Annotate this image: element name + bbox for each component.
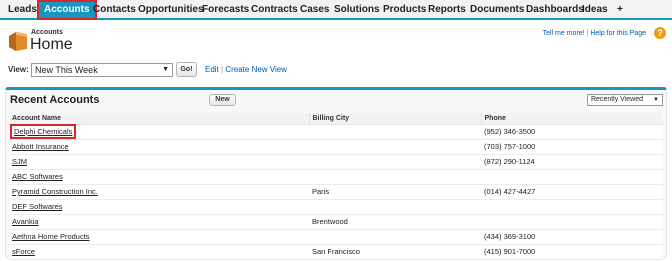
table-header-row: Account Name Billing City Phone bbox=[9, 113, 663, 125]
object-label: Accounts bbox=[31, 29, 63, 36]
help-links: Tell me more! | Help for this Page bbox=[543, 30, 646, 37]
table-row: sForce San Francisco (415) 901-7000 bbox=[9, 244, 663, 260]
account-link[interactable]: Avankia bbox=[9, 214, 309, 230]
account-link[interactable]: ABC Softwares bbox=[9, 169, 309, 185]
account-name-cell: Delphi Chemicals bbox=[9, 124, 309, 140]
new-account-button[interactable]: New bbox=[209, 94, 236, 106]
billing-city-cell: Brentwood bbox=[309, 214, 481, 230]
tab-reports[interactable]: Reports bbox=[423, 0, 471, 20]
account-link[interactable]: Aethna Home Products bbox=[9, 229, 309, 245]
panel-title: Recent Accounts bbox=[10, 94, 100, 106]
phone-cell: (415) 901-7000 bbox=[481, 244, 663, 260]
table-row: ABC Softwares bbox=[9, 169, 663, 185]
phone-cell: (434) 369-3100 bbox=[481, 229, 663, 245]
phone-cell: (703) 757-1000 bbox=[481, 139, 663, 155]
account-link[interactable]: sForce bbox=[9, 244, 309, 260]
account-link[interactable]: Delphi Chemicals bbox=[9, 124, 77, 139]
create-new-view-link[interactable]: Create New View bbox=[225, 65, 287, 74]
table-row: Avankia Brentwood bbox=[9, 214, 663, 230]
account-link[interactable]: Pyramid Construction Inc. bbox=[9, 184, 309, 200]
view-links: Edit | Create New View bbox=[205, 65, 287, 74]
table-row: Aethna Home Products (434) 369-3100 bbox=[9, 229, 663, 245]
phone-cell: (872) 290-1124 bbox=[481, 154, 663, 170]
tab-solutions[interactable]: Solutions bbox=[329, 0, 385, 20]
billing-city-cell: Paris bbox=[309, 184, 481, 200]
phone-cell: (952) 346-3500 bbox=[481, 124, 663, 140]
table-row: SJM (872) 290-1124 bbox=[9, 154, 663, 170]
page-title: Home bbox=[30, 36, 73, 53]
billing-city-cell bbox=[309, 229, 481, 245]
phone-cell bbox=[481, 214, 663, 230]
billing-city-cell: San Francisco bbox=[309, 244, 481, 260]
tab-add[interactable]: + bbox=[612, 0, 628, 20]
recent-accounts-table: Account Name Billing City Phone Delphi C… bbox=[9, 113, 663, 260]
phone-cell bbox=[481, 169, 663, 185]
chevron-down-icon: ▼ bbox=[653, 97, 659, 103]
billing-city-cell bbox=[309, 139, 481, 155]
phone-cell bbox=[481, 199, 663, 215]
table-row: Delphi Chemicals (952) 346-3500 bbox=[9, 124, 663, 140]
tell-me-more-link[interactable]: Tell me more! bbox=[543, 30, 585, 37]
accounts-folder-icon bbox=[9, 32, 27, 51]
table-row: DEF Softwares bbox=[9, 199, 663, 215]
account-link[interactable]: Abbott Insurance bbox=[9, 139, 309, 155]
recent-accounts-panel: Recent Accounts New Recently Viewed ▼ Ac… bbox=[5, 87, 667, 260]
billing-city-cell bbox=[309, 154, 481, 170]
go-button[interactable]: Go! bbox=[176, 62, 197, 77]
view-select[interactable]: New This Week ▼ bbox=[31, 63, 173, 77]
table-row: Pyramid Construction Inc. Paris (014) 42… bbox=[9, 184, 663, 200]
table-row: Abbott Insurance (703) 757-1000 bbox=[9, 139, 663, 155]
billing-city-cell bbox=[309, 124, 481, 140]
tab-documents[interactable]: Documents bbox=[465, 0, 529, 20]
column-header-billing-city: Billing City bbox=[308, 113, 481, 125]
edit-view-link[interactable]: Edit bbox=[205, 65, 219, 74]
column-header-phone: Phone bbox=[480, 113, 663, 125]
account-link[interactable]: DEF Softwares bbox=[9, 199, 309, 215]
billing-city-cell bbox=[309, 199, 481, 215]
tab-bar: Leads Accounts Contacts Opportunities Fo… bbox=[0, 0, 672, 20]
account-link[interactable]: SJM bbox=[9, 154, 309, 170]
view-select-value: New This Week bbox=[35, 65, 98, 75]
chevron-down-icon: ▼ bbox=[162, 66, 169, 73]
phone-cell: (014) 427-4427 bbox=[481, 184, 663, 200]
recently-viewed-select[interactable]: Recently Viewed ▼ bbox=[587, 94, 663, 106]
view-label: View: bbox=[8, 65, 29, 74]
recently-viewed-value: Recently Viewed bbox=[591, 96, 644, 103]
billing-city-cell bbox=[309, 169, 481, 185]
question-icon[interactable]: ? bbox=[654, 27, 666, 39]
tab-ideas[interactable]: Ideas bbox=[577, 0, 613, 20]
help-page-link[interactable]: Help for this Page bbox=[590, 30, 646, 37]
column-header-account-name: Account Name bbox=[9, 113, 309, 125]
